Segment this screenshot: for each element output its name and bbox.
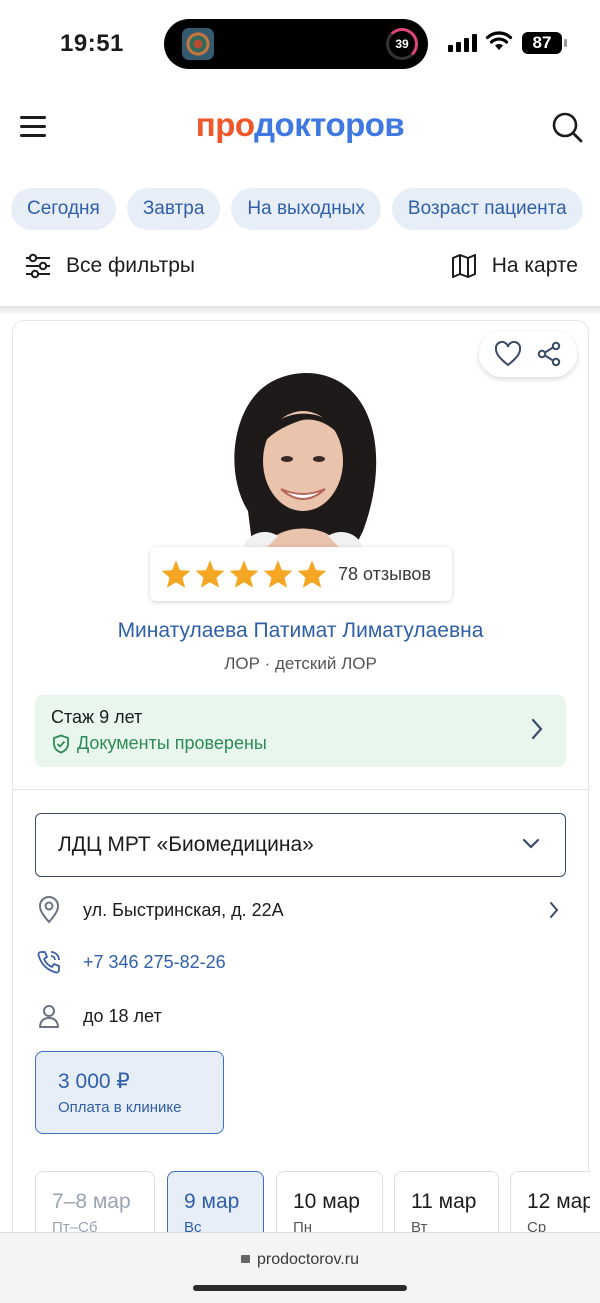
documents-verified: Документы проверены — [51, 733, 267, 754]
home-indicator — [193, 1285, 407, 1291]
battery-level: 87 — [522, 32, 562, 54]
clinic-phone[interactable]: +7 346 275-82-26 — [83, 952, 226, 973]
documents-verified-label: Документы проверены — [77, 733, 267, 753]
chip-tomorrow[interactable]: Завтра — [126, 188, 221, 230]
status-bar: 19:51 39 87 — [0, 0, 600, 88]
chevron-right-icon — [550, 902, 559, 918]
doctor-specialty: ЛОР · детский ЛОР — [224, 654, 377, 673]
chevron-right-icon — [531, 718, 543, 740]
chip-weekend[interactable]: На выходных — [231, 188, 381, 230]
filter-row: Все фильтры На карте — [0, 246, 600, 290]
clinic-address: ул. Быстринская, д. 22А — [83, 899, 284, 920]
all-filters-button[interactable]: Все фильтры — [24, 252, 195, 280]
shield-check-icon — [53, 734, 69, 753]
price-payment-note: Оплата в клинике — [58, 1099, 182, 1116]
browser-url-bar[interactable]: prodoctorov.ru — [0, 1232, 600, 1303]
lock-icon — [241, 1255, 250, 1263]
date-main: 9 мар — [184, 1190, 240, 1213]
heart-icon[interactable] — [494, 341, 522, 367]
phone-icon — [37, 951, 60, 974]
url-text: prodoctorov.ru — [257, 1251, 359, 1268]
date-main: 12 мар — [527, 1190, 590, 1213]
activity-count: 39 — [395, 37, 409, 51]
quick-filter-chips: Сегодня Завтра На выходных Возраст пацие… — [11, 188, 583, 230]
logo-part-pro: про — [195, 106, 255, 143]
star-icon — [229, 560, 259, 588]
clinic-name: ЛДЦ МРТ «Биомедицина» — [58, 833, 314, 856]
wifi-icon — [485, 31, 513, 50]
star-icon — [195, 560, 225, 588]
chevron-down-icon — [522, 838, 540, 849]
patient-age: до 18 лет — [83, 1005, 162, 1026]
map-label: На карте — [491, 254, 578, 277]
location-pin-icon — [38, 896, 60, 924]
chip-patient-age[interactable]: Возраст пациента — [391, 188, 583, 230]
clinic-phone-row[interactable]: +7 346 275-82-26 — [35, 947, 566, 977]
chip-today[interactable]: Сегодня — [11, 188, 116, 230]
dynamic-island: 39 — [164, 19, 428, 69]
map-button[interactable]: На карте — [450, 252, 578, 280]
share-icon[interactable] — [536, 341, 562, 367]
clinic-address-row[interactable]: ул. Быстринская, д. 22А — [35, 895, 566, 925]
battery-tip-icon — [564, 39, 567, 47]
patient-age-row: до 18 лет — [35, 1001, 566, 1031]
header-shadow — [0, 306, 600, 314]
price-value: 3 000 ₽ — [58, 1070, 130, 1093]
doctor-name[interactable]: Минатулаева Патимат Лиматулаевна — [13, 619, 588, 643]
experience-label: Стаж 9 лет — [51, 707, 143, 727]
clinic-select[interactable]: ЛДЦ МРТ «Биомедицина» — [35, 813, 566, 877]
doctor-photo — [203, 361, 403, 551]
price-option[interactable]: 3 000 ₽ Оплата в клинике — [35, 1051, 224, 1134]
site-logo[interactable]: продокторов — [0, 106, 600, 144]
logo-part-doctors: докторов — [254, 106, 405, 143]
star-icon — [161, 560, 191, 588]
card-actions — [479, 331, 577, 377]
search-icon[interactable] — [550, 110, 584, 144]
status-time: 19:51 — [60, 30, 124, 57]
map-icon — [451, 254, 476, 278]
date-main: 10 мар — [293, 1190, 360, 1213]
experience-panel[interactable]: Стаж 9 лет Документы проверены — [35, 695, 566, 767]
date-main: 11 мар — [411, 1190, 477, 1213]
rating-box[interactable]: 78 отзывов — [150, 547, 452, 601]
doctor-card: 78 отзывов Минатулаева Патимат Лиматулае… — [12, 320, 590, 1280]
card-divider — [13, 789, 588, 790]
person-icon — [39, 1005, 59, 1028]
rating-stars — [160, 559, 328, 589]
reviews-count: 78 отзывов — [338, 563, 432, 584]
url-display: prodoctorov.ru — [0, 1251, 600, 1269]
date-main: 7–8 мар — [52, 1190, 131, 1213]
now-playing-artwork-icon — [182, 28, 214, 60]
star-icon — [297, 560, 327, 588]
sliders-icon — [26, 253, 50, 279]
all-filters-label: Все фильтры — [66, 254, 195, 277]
cellular-signal-icon — [448, 34, 477, 52]
site-header: продокторов — [0, 96, 600, 160]
star-icon — [263, 560, 293, 588]
